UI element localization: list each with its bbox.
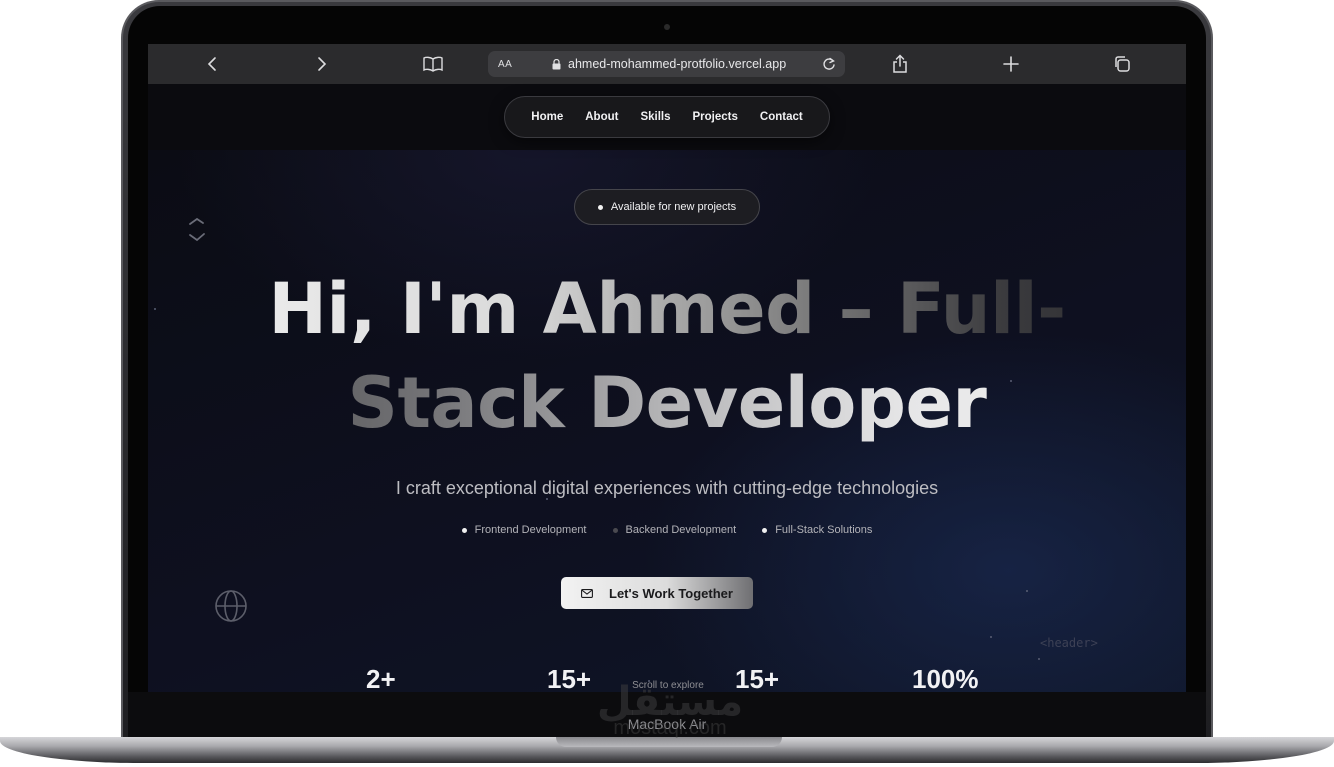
code-brackets-icon <box>189 217 205 242</box>
decor-code-tag: <header> <box>1040 636 1098 650</box>
star-dot <box>990 636 992 638</box>
url-text: ahmed-mohammed-protfolio.vercel.app <box>568 57 787 71</box>
hero-subtitle: I craft exceptional digital experiences … <box>395 478 939 498</box>
book-icon <box>423 56 443 72</box>
service-label: Full-Stack Solutions <box>775 524 873 536</box>
cta-label: Let's Work Together <box>609 585 733 601</box>
headline-line-2: Stack Developer <box>188 356 1146 450</box>
chevron-left-icon <box>207 57 216 71</box>
service-item: Frontend Development <box>461 524 587 536</box>
bookmarks-button[interactable] <box>419 52 447 76</box>
forward-button[interactable] <box>308 52 336 76</box>
service-dot <box>612 527 618 533</box>
stat-value: 100% <box>912 664 979 692</box>
globe-icon <box>215 590 247 622</box>
tabs-icon <box>1115 56 1130 72</box>
plus-icon <box>1003 56 1019 72</box>
stat-value: 15+ <box>547 664 592 692</box>
reload-icon <box>823 57 835 70</box>
stat-value: 15+ <box>735 664 780 692</box>
service-dot <box>762 527 768 533</box>
reader-aa-button[interactable]: AA <box>498 59 546 70</box>
service-item: Full-Stack Solutions <box>762 524 872 536</box>
hero-headline: Hi, I'm Ahmed – Full- Stack Developer <box>188 262 1146 450</box>
status-dot <box>597 204 603 210</box>
nav-contact-link[interactable]: Contact <box>749 111 814 123</box>
nav-about-link[interactable]: About <box>574 111 629 123</box>
share-icon <box>893 54 907 73</box>
scroll-hint: Scroll to explore <box>632 680 704 691</box>
reload-button[interactable] <box>819 54 839 74</box>
back-button[interactable] <box>198 52 226 76</box>
headline-line-1: Hi, I'm Ahmed – Full- <box>188 262 1146 356</box>
stat-value: 2+ <box>366 664 396 692</box>
star-dot <box>1026 590 1028 592</box>
star-dot <box>154 308 156 310</box>
share-button[interactable] <box>886 52 914 76</box>
service-dot <box>461 527 467 533</box>
availability-text: Available for new projects <box>610 201 737 213</box>
service-label: Backend Development <box>625 524 737 536</box>
chevron-right-icon <box>318 57 327 71</box>
availability-badge: Available for new projects <box>574 189 760 225</box>
service-label: Frontend Development <box>474 524 587 536</box>
address-bar[interactable]: AA ahmed-mohammed-protfolio.vercel.app <box>488 51 845 77</box>
work-together-button[interactable]: Let's Work Together <box>561 577 753 609</box>
service-item: Backend Development <box>612 524 737 536</box>
nav-projects-link[interactable]: Projects <box>682 111 749 123</box>
main-nav: Home About Skills Projects Contact <box>504 96 830 138</box>
services-list: Frontend Development Backend Development… <box>148 524 1186 536</box>
nav-home-link[interactable]: Home <box>520 111 574 123</box>
lock-icon <box>552 58 566 70</box>
nav-skills-link[interactable]: Skills <box>629 111 681 123</box>
camera <box>664 24 670 30</box>
laptop-mockup: AA ahmed-mohammed-protfolio.vercel.app <… <box>0 0 1334 767</box>
laptop-notch <box>556 737 782 747</box>
new-tab-button[interactable] <box>997 52 1025 76</box>
mail-icon <box>581 588 595 598</box>
device-model-label: MacBook Air <box>627 716 707 732</box>
browser-toolbar: AA ahmed-mohammed-protfolio.vercel.app <box>148 44 1186 84</box>
screen: AA ahmed-mohammed-protfolio.vercel.app <… <box>148 44 1186 692</box>
tabs-overview-button[interactable] <box>1108 52 1136 76</box>
star-dot <box>1038 658 1040 660</box>
